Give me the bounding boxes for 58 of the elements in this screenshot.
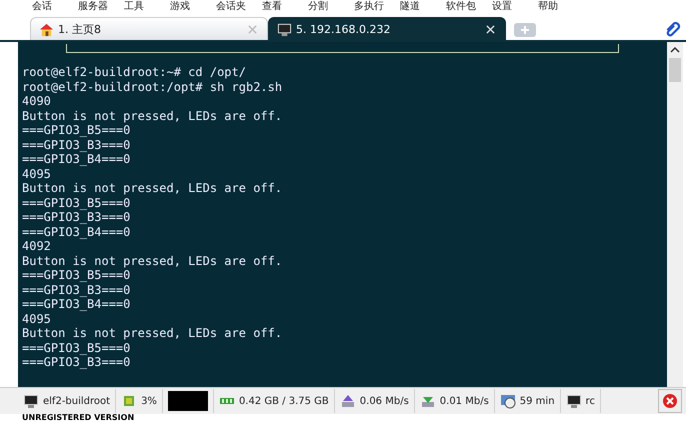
status-text: 0.42 GB / 3.75 GB [238,396,329,406]
menu-item[interactable]: 软件包 [446,1,492,13]
terminal-line: ===GPIO3_B4===0 [22,297,132,312]
menu-item[interactable]: 设置 [492,1,538,13]
menu-item[interactable]: 查看 [262,1,308,13]
terminal-line: Button is not pressed, LEDs are off. [22,108,284,123]
terminal-line: 4090 [22,94,52,108]
tab[interactable]: 1. 主页8 [30,17,268,40]
terminal-line: ===GPIO3_B5===0 [22,123,132,138]
terminal-line: ===GPIO3_B5===0 [22,196,132,210]
terminal-line: ===GPIO3_B3===0 [22,138,132,152]
status-text: elf2-buildroot [43,396,110,406]
status-text: rc [586,396,595,406]
upload-icon [340,393,356,409]
monitor-icon [277,22,292,36]
terminal-line: Button is not pressed, LEDs are off. [22,181,284,196]
scrollbar[interactable] [667,42,683,387]
terminal-line: ===GPIO3_B5===0 [22,268,132,282]
menu-item[interactable]: 分割 [308,1,354,13]
status-text: 0.06 Mb/s [360,396,409,406]
monitor-icon [23,393,39,409]
plus-icon [520,25,530,35]
menu-item[interactable]: 工具 [124,1,170,13]
terminal-line: 4095 [22,312,52,326]
menu-item[interactable]: 多执行 [354,1,400,13]
scrollbar-thumb[interactable] [669,58,681,82]
terminal-line: ===GPIO3_B3===0 [22,355,132,370]
paperclip-icon [664,20,682,38]
clock-icon [500,393,516,409]
terminal-line: Button is not pressed, LEDs are off. [22,254,284,268]
terminal-line: ===GPIO3_B5===0 [22,340,132,355]
menu-item[interactable]: 帮助 [538,1,584,13]
close-icon[interactable] [486,24,495,34]
terminal-line: ===GPIO3_B3===0 [22,282,132,297]
close-button[interactable] [658,389,682,413]
menu-item[interactable]: 隧道 [400,1,446,13]
menu-item[interactable]: 服务器 [78,1,124,13]
terminal-line: ===GPIO3_B3===0 [22,210,132,224]
close-icon [662,393,678,409]
terminal-panel[interactable] [18,42,667,387]
terminal-line: ===GPIO3_B4===0 [22,224,132,239]
terminal-line: Button is not pressed, LEDs are off. [22,326,284,340]
house-icon [39,22,54,36]
menu-item[interactable]: 游戏 [170,1,216,13]
status-text: 3% [141,396,157,406]
menu-item[interactable]: 会话夹 [216,1,262,13]
monitor-icon [566,393,582,409]
status-text: 0.01 Mb/s [440,396,489,406]
terminal-line: root@elf2-buildroot:~# cd /opt/ [22,65,247,80]
terminal-line: 4095 [22,166,52,181]
footer-text: UNREGISTERED VERSION [21,414,136,422]
terminal-line: ===GPIO3_B4===0 [22,152,132,166]
menu-item[interactable]: 会话 [32,1,78,13]
status-text: 59 min [520,396,555,406]
terminal-line: root@elf2-buildroot:/opt# sh rgb2.sh [22,80,284,94]
terminal-line: 4092 [22,239,52,254]
tab[interactable]: 5. 192.168.0.232 [268,17,506,40]
activity-graph [168,391,208,411]
